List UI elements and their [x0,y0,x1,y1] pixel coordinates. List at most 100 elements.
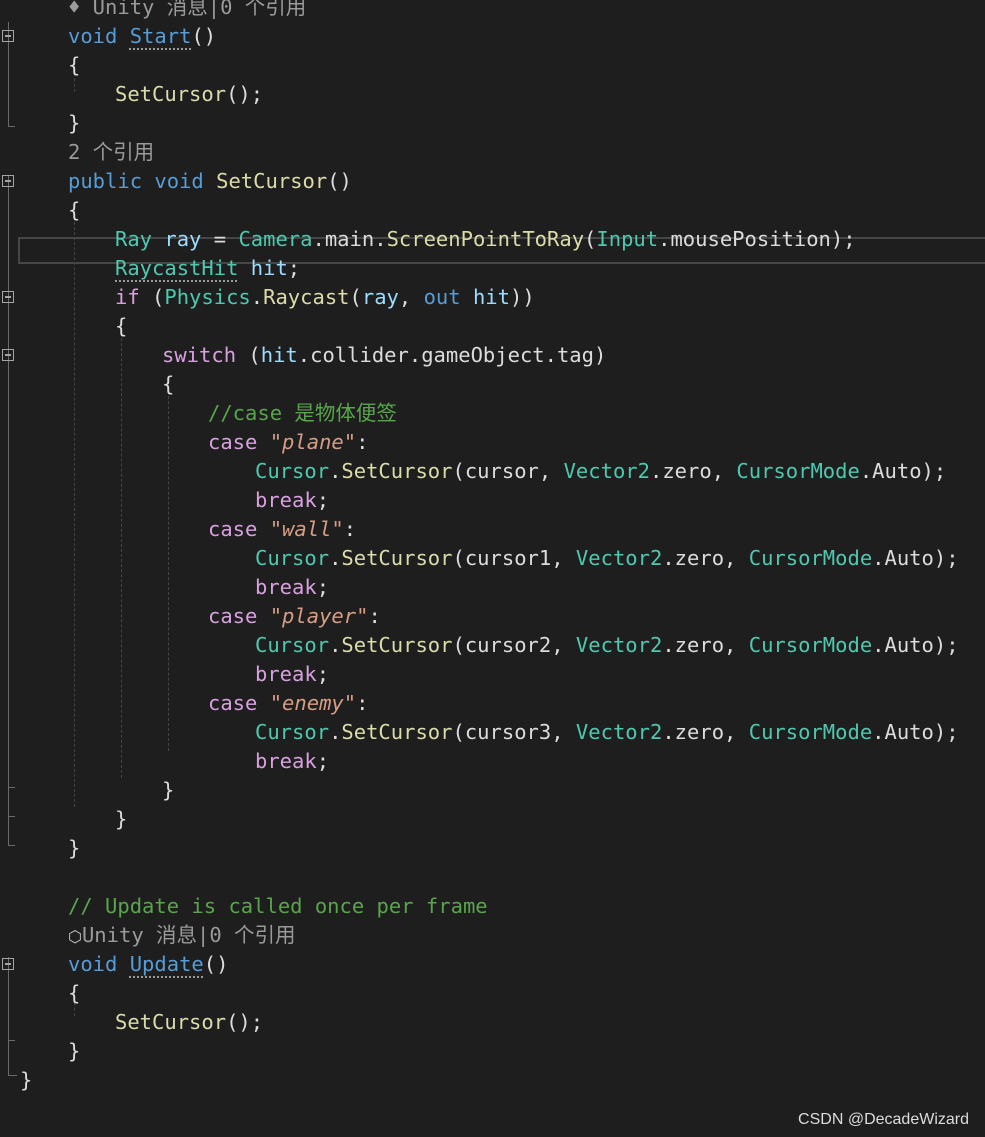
code-text: { [68,979,80,1008]
code-token: . [329,720,342,744]
code-text: } [115,805,127,834]
collapse-toggle-icon[interactable] [2,958,14,970]
code-line[interactable]: if (Physics.Raycast(ray, out hit)) [0,283,985,312]
code-line[interactable]: // Update is called once per frame [0,892,985,921]
code-line[interactable]: } [0,776,985,805]
code-line[interactable]: 2 个引用 [0,138,985,167]
code-line[interactable]: //case 是物体便签 [0,399,985,428]
code-line[interactable]: { [0,979,985,1008]
code-text: Cursor.SetCursor(cursor3, Vector2.zero, … [255,718,959,747]
code-text: SetCursor(); [115,80,263,109]
code-line[interactable]: { [0,51,985,80]
code-line[interactable]: ♦ Unity 消息|0 个引用 [0,0,985,22]
code-line[interactable]: break; [0,747,985,776]
code-token: Cursor [255,720,330,744]
code-line[interactable]: } [0,834,985,863]
code-token: { [68,53,81,77]
code-line[interactable] [0,863,985,892]
code-line[interactable]: SetCursor(); [0,80,985,109]
code-token: "wall" [269,517,344,541]
code-text: case "enemy": [208,689,368,718]
code-token: : [356,430,369,454]
code-line[interactable]: break; [0,660,985,689]
code-line[interactable]: { [0,370,985,399]
code-token: CursorMode [748,546,873,570]
code-line[interactable]: case "wall": [0,515,985,544]
code-line[interactable]: Ray ray = Camera.main.ScreenPointToRay(I… [0,225,985,254]
code-line[interactable]: } [0,1037,985,1066]
code-token: case [208,691,258,715]
code-token: (cursor2, [452,633,576,657]
code-token[interactable]: 2 个引用 [68,140,154,164]
code-token: Camera [238,227,313,251]
code-token: (); [226,82,264,106]
collapse-toggle-icon[interactable] [2,349,14,361]
code-line[interactable]: case "player": [0,602,985,631]
code-token: (cursor1, [452,546,576,570]
code-token: ; [316,488,330,512]
code-line[interactable]: Cursor.SetCursor(cursor3, Vector2.zero, … [0,718,985,747]
code-token: : [343,517,357,541]
code-token: Raycast [263,285,350,309]
code-line[interactable]: RaycastHit hit; [0,254,985,283]
code-token: case [208,604,258,628]
code-token: . [329,633,342,657]
code-line[interactable]: void Start() [0,22,985,51]
code-line[interactable]: case "plane": [0,428,985,457]
code-token: SetCursor [115,1010,227,1034]
code-text: break; [255,660,329,689]
code-token: } [68,836,81,860]
code-token: CursorMode [748,633,873,657]
csdn-watermark: CSDN @DecadeWizard [798,1111,969,1128]
code-token: .zero, [662,633,749,657]
code-token: switch [162,343,237,367]
code-text: { [68,51,80,80]
code-line[interactable]: break; [0,573,985,602]
code-line[interactable]: Cursor.SetCursor(cursor1, Vector2.zero, … [0,544,985,573]
code-token: } [68,1039,81,1063]
code-token: //case 是物体便签 [208,401,397,425]
code-editor[interactable]: ♦ Unity 消息|0 个引用 void Start(){SetCursor()… [0,0,985,1137]
code-token: ray [361,285,399,309]
code-text: public void SetCursor() [68,167,352,196]
code-token: ( [139,285,165,309]
code-line[interactable]: { [0,312,985,341]
code-token: "enemy" [269,691,357,715]
code-line[interactable]: public void SetCursor() [0,167,985,196]
code-line[interactable]: } [0,1066,985,1095]
code-token: // Update is called once per frame [68,894,488,918]
code-token: break [255,662,317,686]
code-token: void [68,952,130,976]
code-line[interactable]: void Update() [0,950,985,979]
code-line[interactable]: Cursor.SetCursor(cursor, Vector2.zero, C… [0,457,985,486]
code-line[interactable]: } [0,109,985,138]
code-token: .Auto); [872,720,959,744]
code-text: SetCursor(); [115,1008,263,1037]
code-line[interactable]: switch (hit.collider.gameObject.tag) [0,341,985,370]
code-token: hit [250,256,288,280]
code-token[interactable]: Unity 消息|0 个引用 [82,923,296,947]
code-line[interactable]: break; [0,486,985,515]
code-token: () [203,952,229,976]
code-token[interactable]: ♦ Unity 消息|0 个引用 [68,0,306,19]
code-token: Physics [164,285,251,309]
code-token: SetCursor [115,82,227,106]
code-line[interactable]: SetCursor(); [0,1008,985,1037]
collapse-toggle-icon[interactable] [2,30,14,42]
code-token: } [68,111,81,135]
code-line[interactable]: } [0,805,985,834]
code-text: RaycastHit hit; [115,254,300,283]
collapse-toggle-icon[interactable] [2,175,14,187]
code-line[interactable]: ⬡Unity 消息|0 个引用 [0,921,985,950]
code-line[interactable]: case "enemy": [0,689,985,718]
code-text: break; [255,486,329,515]
code-line[interactable]: Cursor.SetCursor(cursor2, Vector2.zero, … [0,631,985,660]
code-token: (cursor, [452,459,564,483]
code-token: .Auto); [872,546,959,570]
code-text: case "wall": [208,515,356,544]
code-line[interactable]: { [0,196,985,225]
collapse-toggle-icon[interactable] [2,291,14,303]
